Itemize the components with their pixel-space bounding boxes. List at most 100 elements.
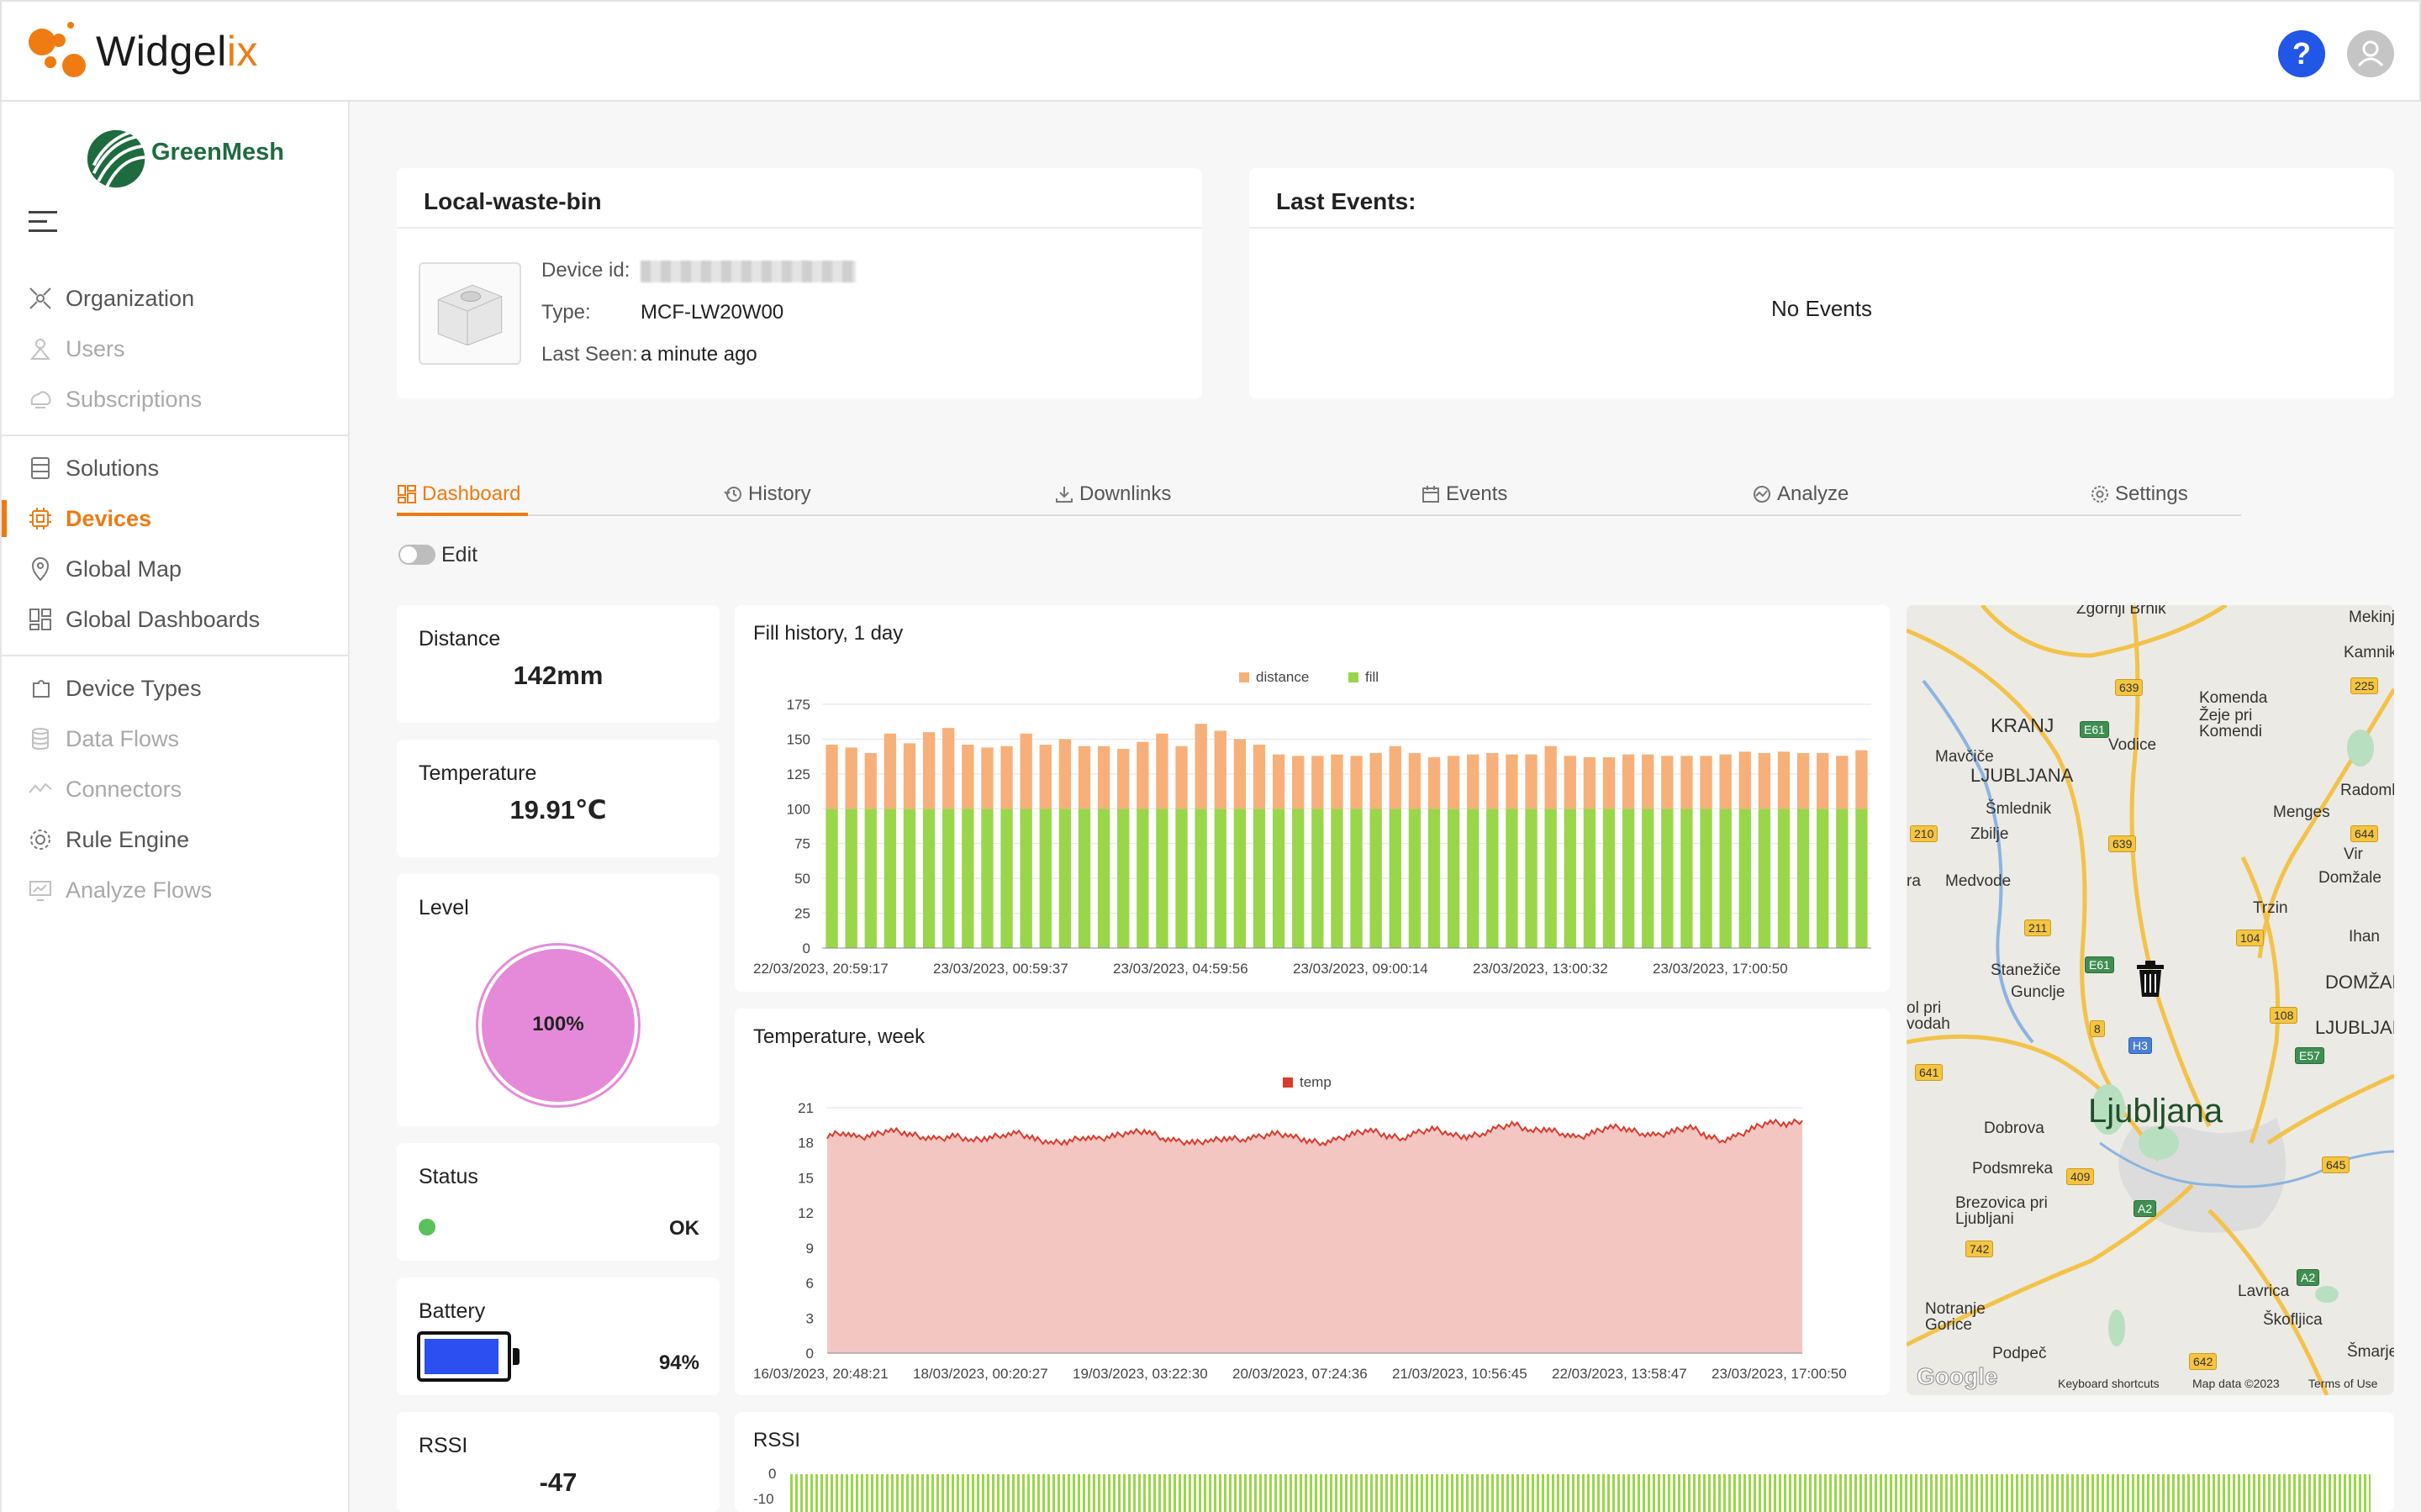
y-tick-label: 100 — [787, 801, 810, 817]
bar-distance — [1195, 724, 1207, 809]
edit-toggle[interactable] — [398, 545, 435, 565]
menu-toggle-icon[interactable] — [29, 209, 59, 234]
bar-fill — [1700, 809, 1712, 948]
level-gauge: 100% — [476, 943, 641, 1108]
map-label: Šmlednik — [1986, 800, 2052, 818]
legend-label: temp — [1300, 1074, 1332, 1090]
fill-history-card: Fill history, 1 day 0 25 50 75 100 125 150 175 d… — [735, 605, 1890, 992]
y-tick-label: 0 — [806, 1346, 814, 1362]
device-id-label: Device id: — [541, 259, 630, 282]
sidebar-divider — [2, 435, 348, 436]
map-label: Mekinj — [2349, 608, 2394, 626]
distance-tile: Distance 142mm — [397, 605, 720, 723]
tab-events[interactable]: Events — [1421, 477, 1507, 511]
sidebar-item-rule-engine[interactable]: Rule Engine — [2, 818, 348, 861]
bar-distance — [1836, 756, 1849, 809]
sidebar-item-devices[interactable]: Devices — [2, 497, 348, 540]
bar-distance — [845, 747, 857, 809]
map-label: Radomlj — [2340, 782, 2394, 799]
user-icon — [2357, 40, 2384, 67]
device-map[interactable]: Zgornji Brnik Mekinj Kamnik Komenda Žeje… — [1907, 605, 2394, 1395]
tab-settings[interactable]: Settings — [2090, 477, 2188, 511]
sidebar-item-analyze-flows[interactable]: Analyze Flows — [2, 868, 348, 912]
road-badge: 641 — [1915, 1064, 1944, 1081]
battery-title: Battery — [419, 1299, 486, 1323]
sidebar-item-device-types[interactable]: Device Types — [2, 666, 348, 710]
road-badge: A2 — [2134, 1200, 2157, 1217]
bar-fill — [1719, 809, 1732, 948]
map-label: ol pri vodah — [1907, 999, 1950, 1033]
sidebar-item-organization[interactable]: Organization — [2, 277, 348, 320]
sidebar-item-subscriptions[interactable]: Subscriptions — [2, 377, 348, 421]
map-label: Medvode — [1945, 872, 2012, 890]
y-tick-label: 9 — [806, 1241, 814, 1256]
sidebar-item-label: Solutions — [66, 455, 160, 481]
status-dot — [419, 1219, 435, 1235]
status-title: Status — [419, 1165, 478, 1188]
rssi-bars — [790, 1474, 2371, 1512]
bar-distance — [922, 732, 936, 809]
org-name: GreenMesh — [151, 139, 284, 166]
bar-fill — [1408, 809, 1421, 948]
tab-label: Dashboard — [422, 482, 521, 505]
sidebar-item-data-flows[interactable]: Data Flows — [2, 717, 348, 761]
tab-history[interactable]: History — [723, 477, 811, 511]
dashboard-icon — [398, 485, 416, 503]
x-tick-label: 23/03/2023, 13:00:32 — [1473, 961, 1608, 977]
tab-analyze[interactable]: Analyze — [1752, 477, 1849, 511]
road-badge: 639 — [2108, 835, 2137, 852]
x-tick-label: 18/03/2023, 00:20:27 — [913, 1366, 1048, 1382]
sidebar-item-global-map[interactable]: Global Map — [2, 547, 348, 591]
bar-distance — [1661, 756, 1674, 809]
bar-distance — [1506, 754, 1518, 809]
sidebar-item-label: Global Dashboards — [66, 606, 261, 632]
sidebar-item-connectors[interactable]: Connectors — [2, 767, 348, 811]
bar-distance — [1564, 756, 1576, 809]
map-credit-shortcuts[interactable]: Keyboard shortcuts — [2058, 1377, 2160, 1390]
y-tick-label: 6 — [806, 1276, 814, 1292]
bar-distance — [1292, 756, 1305, 809]
y-tick-label: 21 — [798, 1100, 814, 1116]
map-label: Šmarje — [2347, 1343, 2394, 1361]
map-credit-data: Map data ©2023 — [2192, 1377, 2280, 1390]
temperature-title: Temperature — [419, 761, 537, 785]
help-button[interactable]: ? — [2278, 30, 2325, 77]
sidebar-item-solutions[interactable]: Solutions — [2, 446, 348, 490]
sidebar: GreenMesh Organization Users Subscriptio… — [0, 102, 350, 1512]
map-label: Ljubljana — [2088, 1093, 2223, 1130]
tab-dashboard[interactable]: Dashboard — [397, 477, 520, 511]
last-seen-label: Last Seen: — [541, 343, 638, 366]
y-tick-label: 0 — [803, 940, 810, 956]
legend-swatch-fill — [1348, 672, 1358, 682]
user-avatar-button[interactable] — [2347, 30, 2394, 77]
sidebar-item-global-dashboards[interactable]: Global Dashboards — [2, 598, 348, 641]
last-events-card: Last Events: No Events — [1249, 168, 2394, 398]
map-credit-terms[interactable]: Terms of Use — [2308, 1377, 2377, 1390]
bar-fill — [1817, 809, 1829, 948]
bar-fill — [962, 809, 974, 948]
temperature-value: 19.91℃ — [509, 795, 607, 824]
sidebar-item-label: Connectors — [66, 776, 182, 802]
gear-icon — [2091, 486, 2108, 503]
road-badge: 409 — [2066, 1168, 2095, 1185]
tab-downlinks[interactable]: Downlinks — [1054, 477, 1171, 511]
x-tick-label: 23/03/2023, 17:00:50 — [1653, 961, 1788, 977]
connectors-icon — [29, 782, 52, 793]
last-events-title: Last Events: — [1249, 168, 2394, 229]
x-tick-label: 20/03/2023, 07:24:36 — [1232, 1366, 1368, 1382]
road-badge: 645 — [2322, 1156, 2350, 1173]
trash-bin-marker-icon[interactable] — [2134, 958, 2167, 998]
sidebar-item-users[interactable]: Users — [2, 327, 348, 371]
status-tile: Status OK — [397, 1143, 720, 1261]
bar-distance — [1583, 756, 1596, 809]
legend-label: distance — [1256, 669, 1309, 685]
device-id-value-redacted — [641, 261, 856, 282]
devices-icon — [29, 508, 51, 529]
map-label: LJUBLJANA — [1970, 765, 2074, 786]
x-tick-label: 21/03/2023, 10:56:45 — [1392, 1366, 1527, 1382]
map-label: Mavčiče — [1935, 748, 1994, 766]
app-name: Widgel — [96, 28, 227, 75]
bar-fill — [1680, 809, 1693, 948]
bar-fill — [1602, 809, 1616, 948]
last-seen-value: a minute ago — [641, 343, 757, 366]
